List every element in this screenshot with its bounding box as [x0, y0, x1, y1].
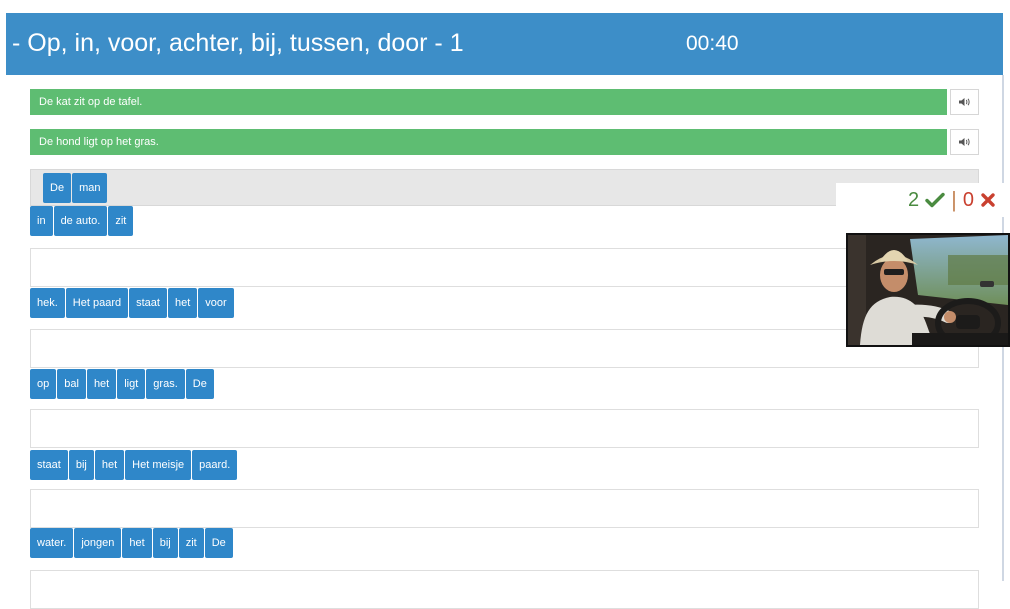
- word-chip[interactable]: staat: [129, 288, 167, 318]
- answer-dropzone[interactable]: [30, 248, 979, 287]
- completed-sentence: De kat zit op de tafel.: [30, 89, 947, 115]
- play-audio-button[interactable]: [950, 89, 979, 115]
- wrong-count: 0: [962, 189, 974, 211]
- word-chip[interactable]: bal: [57, 369, 86, 399]
- word-chip[interactable]: staat: [30, 450, 68, 480]
- word-chip[interactable]: in: [30, 206, 53, 236]
- word-chip[interactable]: op: [30, 369, 57, 399]
- word-bank: water. jongen het bij zit De: [30, 528, 233, 558]
- word-chip[interactable]: het: [94, 450, 125, 480]
- exercise-title: - Op, in, voor, achter, bij, tussen, doo…: [12, 29, 464, 57]
- speaker-icon: [959, 98, 970, 106]
- word-chip[interactable]: ligt: [117, 369, 146, 399]
- header-bar: - Op, in, voor, achter, bij, tussen, doo…: [6, 13, 1003, 75]
- placed-words: De man: [43, 173, 108, 203]
- word-chip[interactable]: De: [185, 369, 214, 399]
- word-bank: op bal het ligt gras. De: [30, 369, 214, 399]
- word-chip[interactable]: zit: [108, 206, 134, 236]
- exercise-illustration: [846, 233, 1010, 347]
- word-chip[interactable]: man: [72, 173, 108, 203]
- word-chip[interactable]: Het meisje: [125, 450, 192, 480]
- word-chip[interactable]: jongen: [74, 528, 122, 558]
- word-chip[interactable]: De: [43, 173, 72, 203]
- answer-dropzone[interactable]: [30, 570, 979, 609]
- play-audio-button[interactable]: [950, 129, 979, 155]
- correct-count: 2: [908, 189, 920, 211]
- driver-photo: [848, 235, 1008, 345]
- word-chip[interactable]: hek.: [30, 288, 65, 318]
- timer: 00:40: [686, 32, 739, 55]
- completed-sentence-row: De hond ligt op het gras.: [30, 129, 979, 155]
- check-icon: [925, 192, 945, 208]
- word-chip[interactable]: zit: [178, 528, 204, 558]
- score-panel: 2 | 0: [836, 183, 1006, 217]
- word-chip[interactable]: bij: [152, 528, 178, 558]
- word-chip[interactable]: de auto.: [53, 206, 108, 236]
- word-chip[interactable]: De: [204, 528, 233, 558]
- answer-dropzone[interactable]: [30, 489, 979, 528]
- completed-sentence-row: De kat zit op de tafel.: [30, 89, 979, 115]
- answer-dropzone[interactable]: [30, 329, 979, 368]
- completed-sentence: De hond ligt op het gras.: [30, 129, 947, 155]
- word-chip[interactable]: het: [122, 528, 152, 558]
- word-chip[interactable]: paard.: [192, 450, 238, 480]
- word-chip[interactable]: voor: [198, 288, 234, 318]
- word-chip[interactable]: bij: [68, 450, 94, 480]
- word-chip[interactable]: gras.: [146, 369, 185, 399]
- word-chip[interactable]: het: [167, 288, 198, 318]
- word-bank: hek. Het paard staat het voor: [30, 288, 234, 318]
- word-bank: in de auto. zit: [30, 206, 134, 236]
- cross-icon: [981, 193, 995, 207]
- word-chip[interactable]: het: [86, 369, 117, 399]
- word-bank: staat bij het Het meisje paard.: [30, 450, 238, 480]
- answer-dropzone[interactable]: [30, 409, 979, 448]
- speaker-icon: [959, 138, 970, 146]
- word-chip[interactable]: Het paard: [65, 288, 129, 318]
- word-chip[interactable]: water.: [30, 528, 74, 558]
- score-separator: |: [951, 187, 957, 212]
